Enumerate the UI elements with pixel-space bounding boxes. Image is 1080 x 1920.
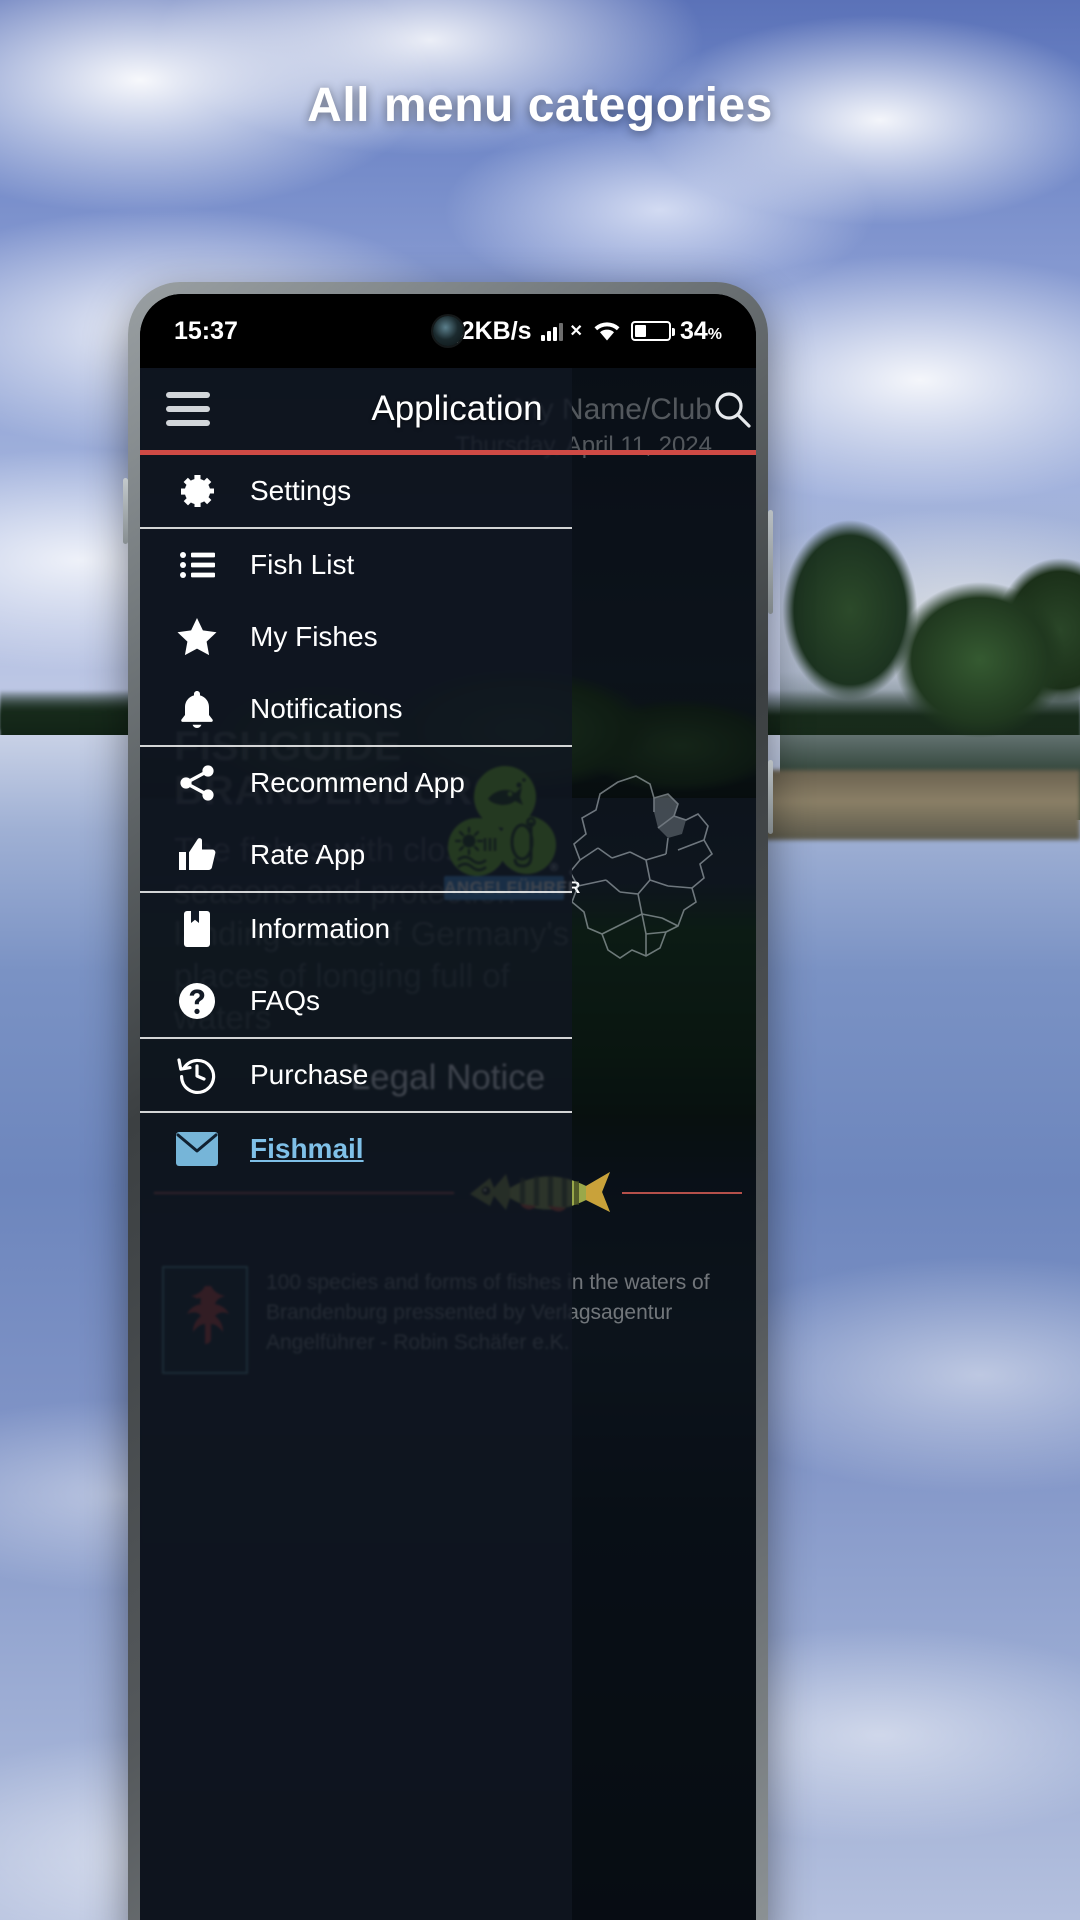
menu-item-label: Recommend App (250, 767, 465, 798)
germany-map-outline (558, 768, 728, 988)
menu-item-faqs[interactable]: FAQs (140, 965, 572, 1037)
question-mark-circle-icon (174, 978, 220, 1024)
menu-item-fish-list[interactable]: Fish List (140, 529, 572, 601)
app-bar-accent-line (140, 450, 756, 455)
envelope-icon (174, 1126, 220, 1172)
menu-item-my-fishes[interactable]: My Fishes (140, 601, 572, 673)
bell-icon (174, 686, 220, 732)
app-bar: Application (140, 368, 756, 450)
history-clock-icon (174, 1052, 220, 1098)
phone-mockup: 15:37 3,2KB/s ✕ 34% My Name/Club Thursda… (123, 282, 773, 1920)
menu-group: Purchase (140, 1039, 572, 1113)
phone-screen: 15:37 3,2KB/s ✕ 34% My Name/Club Thursda… (140, 294, 756, 1920)
battery-icon (630, 321, 675, 341)
menu-item-label: My Fishes (250, 621, 378, 652)
thumbs-up-icon (174, 832, 220, 878)
menu-item-label: FAQs (250, 985, 321, 1016)
menu-item-settings[interactable]: Settings (140, 455, 572, 527)
drawer-menu-list: Settings Fish List My Fishes Notifications R… (140, 455, 572, 1185)
navigation-drawer: Settings Fish List My Fishes Notifications R… (140, 368, 572, 1920)
menu-group: Fish List My Fishes Notifications (140, 529, 572, 747)
menu-item-recommend-app[interactable]: Recommend App (140, 747, 572, 819)
gear-icon (174, 468, 220, 514)
menu-group: Settings (140, 455, 572, 529)
menu-item-label: Fishmail (250, 1133, 364, 1164)
bookmark-book-icon (174, 906, 220, 952)
wifi-icon (592, 320, 622, 342)
menu-item-label: Purchase (250, 1059, 369, 1090)
app-screen: My Name/Club Thursday, April 11, 2024 FI… (140, 368, 756, 1920)
front-camera-icon (433, 316, 463, 346)
menu-item-rate-app[interactable]: Rate App (140, 819, 572, 891)
menu-item-label: Settings (250, 475, 352, 506)
menu-item-information[interactable]: Information (140, 893, 572, 965)
search-icon[interactable] (710, 387, 754, 431)
menu-item-notifications[interactable]: Notifications (140, 673, 572, 745)
share-icon (174, 760, 220, 806)
menu-item-label: Fish List (250, 549, 355, 580)
divider-right (622, 1192, 742, 1194)
menu-item-fishmail[interactable]: Fishmail (140, 1113, 572, 1185)
promo-headline: All menu categories (307, 79, 773, 132)
star-icon (174, 614, 220, 660)
volume-button[interactable] (768, 510, 773, 614)
right-riverbank (760, 770, 1080, 840)
status-time: 15:37 (174, 316, 238, 345)
signal-x-icon: ✕ (569, 323, 583, 340)
list-icon (174, 542, 220, 588)
signal-bars-icon (540, 321, 563, 341)
menu-item-purchase[interactable]: Purchase (140, 1039, 572, 1111)
menu-item-label: Rate App (250, 839, 366, 870)
power-button[interactable] (768, 760, 773, 834)
menu-group: Recommend App Rate App (140, 747, 572, 893)
battery-percent-label: 34% (679, 316, 722, 345)
menu-group: Information FAQs (140, 893, 572, 1039)
status-bar: 15:37 3,2KB/s ✕ 34% (140, 294, 756, 368)
menu-item-label: Information (250, 913, 391, 944)
left-side-button[interactable] (123, 478, 128, 544)
menu-item-label: Notifications (250, 693, 403, 724)
app-bar-title: Application (371, 389, 543, 428)
menu-group: Fishmail (140, 1113, 572, 1185)
